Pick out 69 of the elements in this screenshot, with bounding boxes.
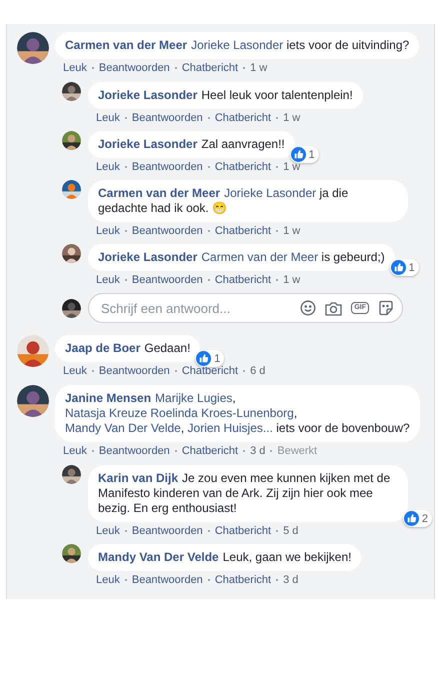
action-link[interactable]: Leuk (63, 365, 87, 377)
action-link[interactable]: Chatbericht (214, 274, 272, 286)
comment-text: Jorieke Lasonder Heel leuk voor talentenplein! (98, 88, 353, 102)
timestamp[interactable]: 1 w (283, 112, 300, 124)
action-link[interactable]: Beantwoorden (98, 62, 170, 74)
timestamp[interactable]: 6 d (250, 365, 266, 377)
mention-link[interactable]: Jorieke Lasonder (224, 186, 316, 200)
timestamp[interactable]: 1 w (250, 62, 268, 74)
timestamp[interactable]: 3 d (250, 445, 266, 457)
comment-text: Mandy Van Der Velde Leuk, gaan we bekijken! (98, 550, 352, 564)
author-link[interactable]: Janine Mensen (65, 391, 152, 405)
comment-text: Carmen van der Meer Jorieke Lasonder iets voor de uitvinding? (65, 38, 410, 52)
action-link[interactable]: Chatbericht (182, 365, 238, 377)
action-link[interactable]: Beantwoorden (132, 112, 203, 124)
comment-text: Jaap de Boer Gedaan! (65, 341, 190, 355)
action-link[interactable]: Beantwoorden (132, 161, 203, 173)
action-link[interactable]: Chatbericht (214, 225, 272, 237)
action-link[interactable]: Beantwoorden (98, 445, 170, 457)
comment-text: Carmen van der Meer Jorieke Lasonder ja die gedachte had ik ook. 😁 (98, 186, 348, 215)
mention-link[interactable]: Carmen van der Meer (201, 250, 318, 264)
action-link[interactable]: Chatbericht (214, 574, 272, 586)
author-link[interactable]: Carmen van der Meer (98, 186, 220, 200)
timestamp[interactable]: 3 d (283, 574, 298, 586)
action-link[interactable]: Beantwoorden (132, 574, 203, 586)
action-link[interactable]: Beantwoorden (132, 225, 203, 237)
reaction-count[interactable]: 1 (390, 259, 419, 276)
action-link[interactable]: Leuk (63, 445, 87, 457)
action-link[interactable]: Beantwoorden (132, 525, 203, 537)
reaction-count[interactable]: 1 (290, 146, 319, 163)
author-link[interactable]: Carmen van der Meer (65, 38, 188, 52)
action-link[interactable]: Chatbericht (182, 62, 238, 74)
action-link[interactable]: Leuk (96, 112, 120, 124)
action-link[interactable]: Leuk (63, 62, 87, 74)
action-link[interactable]: Beantwoorden (98, 365, 170, 377)
action-link[interactable]: Chatbericht (182, 445, 238, 457)
action-link[interactable]: Leuk (96, 161, 120, 173)
timestamp[interactable]: 1 w (283, 274, 300, 286)
reaction-count[interactable]: 2 (402, 510, 432, 527)
mention-link[interactable]: Marijke Lugies (155, 391, 232, 405)
action-link[interactable]: Chatbericht (214, 112, 272, 124)
comment-text: Jorieke Lasonder Zal aanvragen!! (98, 137, 285, 151)
mention-link[interactable]: Roelinda Kroes-Lunenborg (147, 406, 294, 420)
author-link[interactable]: Jorieke Lasonder (98, 88, 198, 102)
action-link[interactable]: Chatbericht (214, 525, 272, 537)
timestamp[interactable]: 5 d (283, 525, 298, 537)
author-link[interactable]: Jorieke Lasonder (98, 137, 198, 151)
mention-link[interactable]: Mandy Van Der Velde (65, 421, 181, 435)
comment-text: Karin van Dijk Je zou even mee kunnen kijken met de Manifesto kinderen van de Ark. Zij zijn hier ook mee bezig. En erg enthousiast! (98, 471, 390, 515)
reaction-count[interactable]: 1 (195, 350, 224, 367)
timestamp[interactable]: 1 w (283, 225, 300, 237)
comment-text: Janine Mensen Marijke Lugies, Natasja Kreuze Roelinda Kroes-Lunenborg, Mandy Van Der Velde, Jorien Huisjes... iets voor de bovenbouw? (65, 391, 410, 435)
author-link[interactable]: Jorieke Lasonder (98, 250, 198, 264)
action-link[interactable]: Leuk (96, 574, 120, 586)
sticker-icon[interactable] (378, 300, 394, 316)
action-link[interactable]: Leuk (96, 225, 120, 237)
mention-link[interactable]: Jorien Huisjes... (188, 421, 273, 435)
action-link[interactable]: Leuk (96, 525, 120, 537)
timestamp[interactable]: 1 w (283, 161, 300, 173)
comment-text: Jorieke Lasonder Carmen van der Meer is gebeurd;) (98, 250, 385, 264)
author-link[interactable]: Karin van Dijk (98, 471, 178, 485)
author-link[interactable]: Mandy Van Der Velde (98, 550, 219, 564)
author-link[interactable]: Jaap de Boer (65, 341, 140, 355)
action-link[interactable]: Leuk (96, 274, 120, 286)
smiley-icon[interactable] (300, 300, 316, 316)
action-link[interactable]: Beantwoorden (132, 274, 203, 286)
camera-icon[interactable] (325, 300, 342, 316)
mention-link[interactable]: Jorieke Lasonder (191, 38, 284, 52)
mention-link[interactable]: Natasja Kreuze (65, 406, 148, 420)
action-link[interactable]: Chatbericht (214, 161, 272, 173)
